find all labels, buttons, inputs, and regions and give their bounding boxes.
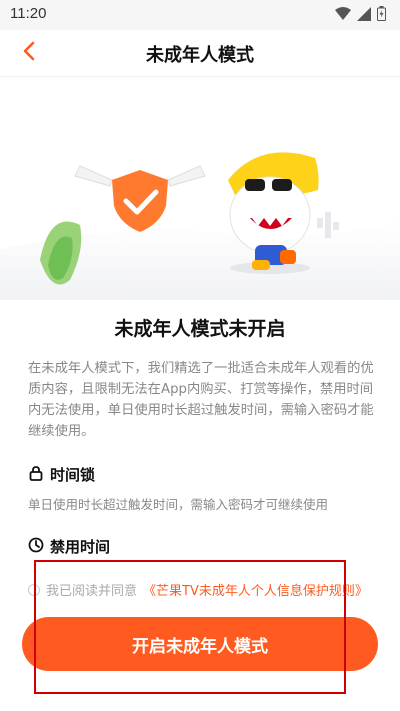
lock-icon <box>28 465 44 485</box>
clock-icon <box>28 537 44 557</box>
status-bar: 11:20 <box>0 0 400 30</box>
feature-time-lock-title: 时间锁 <box>50 466 96 484</box>
shield-icon <box>74 165 206 232</box>
feature-disabled-time-title: 禁用时间 <box>50 538 111 556</box>
mode-status-heading: 未成年人模式未开启 <box>114 318 286 340</box>
battery-icon <box>377 5 386 25</box>
enable-minor-mode-button[interactable]: 开启未成年人模式 <box>22 617 378 671</box>
signal-icon <box>357 6 371 25</box>
agreement-checkbox[interactable] <box>28 583 40 596</box>
nav-bar: 未成年人模式 <box>0 30 400 77</box>
agreement-link[interactable]: 《芒果TV未成年人个人信息保护规则》 <box>143 580 368 599</box>
status-icons <box>335 5 386 25</box>
page-title: 未成年人模式 <box>146 45 254 66</box>
feature-time-lock-desc: 单日使用时长超过触发时间，需输入密码才可继续使用 <box>28 497 329 512</box>
wifi-icon <box>335 6 351 25</box>
feature-disabled-time: 禁用时间 <box>28 536 110 557</box>
feature-time-lock: 时间锁 <box>28 464 95 485</box>
agreement-row[interactable]: 我已阅读并同意 《芒果TV未成年人个人信息保护规则》 <box>28 580 368 599</box>
agreement-prefix: 我已阅读并同意 <box>46 584 138 599</box>
status-time: 11:20 <box>10 5 47 22</box>
hero-illustration <box>0 100 400 300</box>
mode-description: 在未成年人模式下，我们精选了一批适合未成年人观看的优质内容，且限制无法在App内… <box>28 361 374 439</box>
